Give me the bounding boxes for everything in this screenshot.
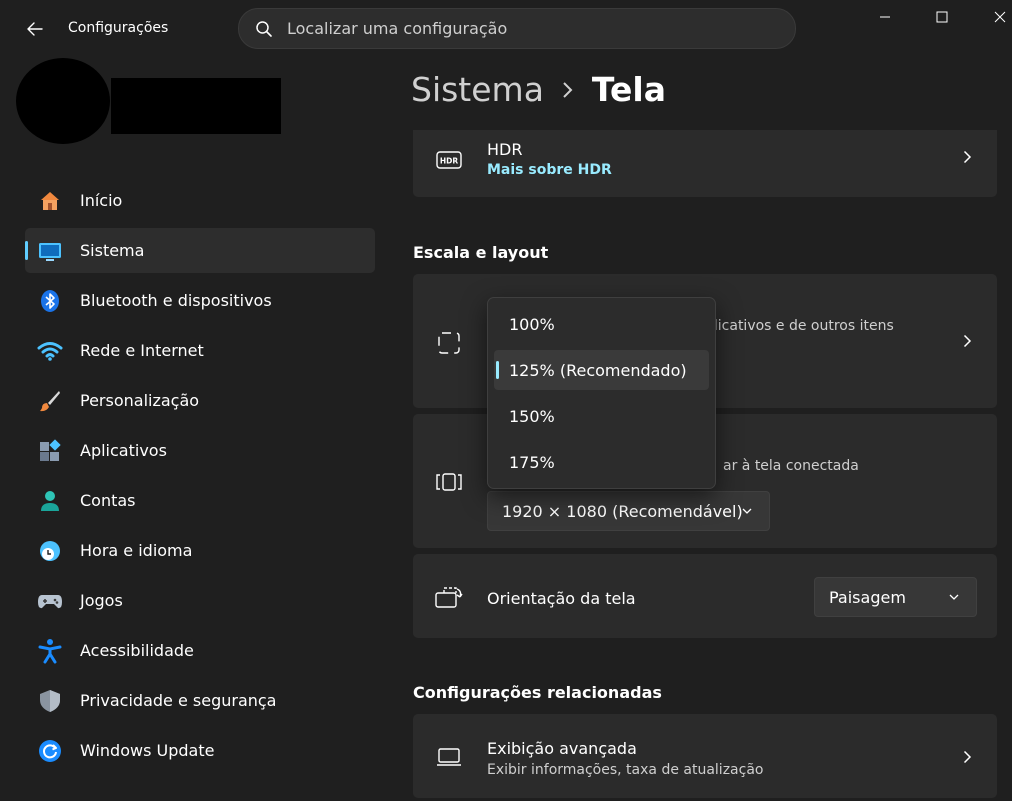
gamepad-icon: [37, 588, 63, 614]
close-icon: [994, 11, 1006, 23]
wifi-icon: [37, 338, 63, 364]
sidebar-item-inicio[interactable]: Início: [25, 178, 375, 223]
chevron-right-icon: [959, 749, 975, 765]
monitor-icon: [37, 238, 63, 264]
svg-text:HDR: HDR: [440, 157, 459, 166]
scale-option-175[interactable]: 175%: [494, 442, 709, 482]
person-icon: [37, 488, 63, 514]
orientation-dropdown[interactable]: Paisagem: [814, 577, 977, 617]
resolution-icon: [435, 468, 463, 496]
laptop-icon: [435, 743, 463, 771]
hdr-more-link[interactable]: Mais sobre HDR: [487, 162, 612, 178]
maximize-icon: [936, 11, 948, 23]
scale-dropdown-menu: 100% 125% (Recomendado) 150% 175%: [487, 297, 716, 489]
title-bar: Configurações Localizar uma configuração: [0, 0, 1012, 58]
advanced-display-subtitle: Exibir informações, taxa de atualização: [487, 762, 764, 778]
home-icon: [37, 188, 63, 214]
arrow-left-icon: [27, 22, 43, 36]
close-button[interactable]: [977, 0, 1012, 34]
update-icon: [37, 738, 63, 764]
sidebar-item-acessibilidade[interactable]: Acessibilidade: [25, 628, 375, 673]
shield-icon: [37, 688, 63, 714]
advanced-display-title: Exibição avançada: [487, 739, 637, 758]
advanced-display-card[interactable]: Exibição avançada Exibir informações, ta…: [413, 714, 997, 798]
scale-icon: [435, 329, 463, 357]
orientation-title: Orientação da tela: [487, 589, 636, 608]
search-icon: [256, 20, 272, 37]
breadcrumb-parent[interactable]: Sistema: [411, 70, 544, 109]
resolution-description: ar à tela conectada: [723, 458, 859, 474]
maximize-button[interactable]: [919, 0, 965, 34]
hdr-title: HDR: [487, 140, 523, 159]
minimize-icon: [880, 16, 890, 18]
bluetooth-icon: [37, 288, 63, 314]
avatar[interactable]: [16, 58, 110, 144]
orientation-value: Paisagem: [829, 587, 906, 607]
sidebar-item-personalizacao[interactable]: Personalização: [25, 378, 375, 423]
scale-option-125[interactable]: 125% (Recomendado): [494, 350, 709, 390]
page-title: Tela: [591, 70, 667, 109]
resolution-dropdown[interactable]: 1920 × 1080 (Recomendável): [487, 491, 770, 531]
orientation-icon: [435, 583, 463, 611]
sidebar-item-rede[interactable]: Rede e Internet: [25, 328, 375, 373]
chevron-down-icon: [742, 508, 752, 514]
chevron-right-icon: [562, 81, 574, 99]
chevron-right-icon: [959, 149, 975, 165]
section-heading-related: Configurações relacionadas: [413, 683, 662, 702]
search-box[interactable]: Localizar uma configuração: [238, 8, 796, 49]
sidebar-nav: Início Sistema Bluetooth e dispositivos …: [25, 178, 375, 778]
hdr-card[interactable]: HDR HDR Mais sobre HDR: [413, 130, 997, 197]
scale-option-100[interactable]: 100%: [494, 304, 709, 344]
sidebar-item-contas[interactable]: Contas: [25, 478, 375, 523]
sidebar-item-bluetooth[interactable]: Bluetooth e dispositivos: [25, 278, 375, 323]
user-info: [111, 78, 281, 134]
minimize-button[interactable]: [862, 0, 908, 34]
resolution-value: 1920 × 1080 (Recomendável): [502, 501, 743, 521]
hdr-icon: HDR: [435, 146, 463, 174]
apps-icon: [37, 438, 63, 464]
accessibility-icon: [37, 638, 63, 664]
sidebar-item-sistema[interactable]: Sistema: [25, 228, 375, 273]
clock-globe-icon: [37, 538, 63, 564]
section-heading-scale: Escala e layout: [413, 243, 549, 262]
sidebar-item-jogos[interactable]: Jogos: [25, 578, 375, 623]
sidebar-item-privacidade[interactable]: Privacidade e segurança: [25, 678, 375, 723]
app-title: Configurações: [68, 20, 169, 36]
sidebar-item-hora[interactable]: Hora e idioma: [25, 528, 375, 573]
paintbrush-icon: [37, 388, 63, 414]
scale-description: plicativos e de outros itens: [705, 318, 894, 334]
scale-option-150[interactable]: 150%: [494, 396, 709, 436]
sidebar-item-windows-update[interactable]: Windows Update: [25, 728, 375, 773]
sidebar-item-aplicativos[interactable]: Aplicativos: [25, 428, 375, 473]
chevron-down-icon: [949, 594, 959, 600]
search-input[interactable]: Localizar uma configuração: [287, 19, 507, 38]
chevron-right-icon: [959, 333, 975, 349]
back-button[interactable]: [20, 14, 50, 44]
breadcrumb: Sistema Tela: [411, 70, 666, 109]
